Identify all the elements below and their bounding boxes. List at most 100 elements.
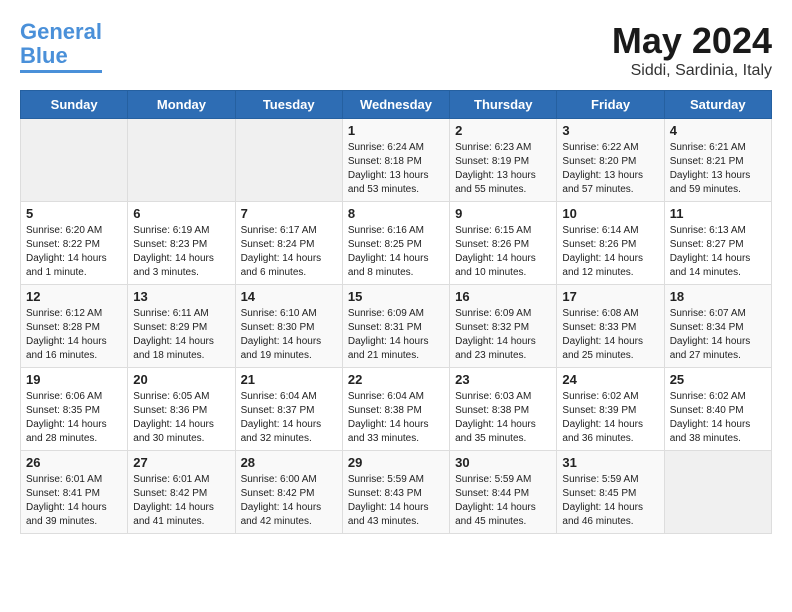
day-number: 10: [562, 206, 658, 221]
day-info: Sunrise: 6:06 AMSunset: 8:35 PMDaylight:…: [26, 390, 122, 446]
logo-general: General: [20, 19, 102, 44]
calendar-cell: [235, 119, 342, 202]
calendar-cell: 4 Sunrise: 6:21 AMSunset: 8:21 PMDaylight…: [664, 119, 771, 202]
calendar-cell: 27 Sunrise: 6:01 AMSunset: 8:42 PMDayligh…: [128, 451, 235, 534]
day-number: 17: [562, 289, 658, 304]
location-subtitle: Siddi, Sardinia, Italy: [612, 62, 772, 80]
calendar-cell: 11Sunrise: 6:13 AMSunset: 8:27 PMDayligh…: [664, 202, 771, 285]
page-header: General Blue May 2024 Siddi, Sardinia, I…: [20, 20, 772, 80]
calendar-cell: 29 Sunrise: 5:59 AMSunset: 8:43 PMDayligh…: [342, 451, 449, 534]
day-info: Sunrise: 6:01 AMSunset: 8:41 PMDaylight:…: [26, 473, 122, 529]
calendar-cell: 14 Sunrise: 6:10 AMSunset: 8:30 PMDayligh…: [235, 285, 342, 368]
day-number: 18: [670, 289, 766, 304]
day-number: 12: [26, 289, 122, 304]
day-info: Sunrise: 6:21 AMSunset: 8:21 PMDaylight:…: [670, 141, 766, 197]
calendar-cell: 24 Sunrise: 6:02 AMSunset: 8:39 PMDayligh…: [557, 368, 664, 451]
weekday-header-thursday: Thursday: [450, 91, 557, 119]
day-number: 11: [670, 206, 766, 221]
day-number: 7: [241, 206, 337, 221]
calendar-cell: 13 Sunrise: 6:11 AMSunset: 8:29 PMDayligh…: [128, 285, 235, 368]
day-info: Sunrise: 6:17 AMSunset: 8:24 PMDaylight:…: [241, 224, 337, 280]
calendar-week-1: 1Sunrise: 6:24 AMSunset: 8:18 PMDaylight…: [21, 119, 772, 202]
day-info: Sunrise: 6:14 AMSunset: 8:26 PMDaylight:…: [562, 224, 658, 280]
day-info: Sunrise: 6:01 AMSunset: 8:42 PMDaylight:…: [133, 473, 229, 529]
day-info: Sunrise: 6:23 AMSunset: 8:19 PMDaylight:…: [455, 141, 551, 197]
day-info: Sunrise: 5:59 AMSunset: 8:44 PMDaylight:…: [455, 473, 551, 529]
day-info: Sunrise: 6:19 AMSunset: 8:23 PMDaylight:…: [133, 224, 229, 280]
day-number: 8: [348, 206, 444, 221]
day-number: 26: [26, 455, 122, 470]
day-info: Sunrise: 6:05 AMSunset: 8:36 PMDaylight:…: [133, 390, 229, 446]
logo: General Blue: [20, 20, 102, 73]
calendar-table: SundayMondayTuesdayWednesdayThursdayFrid…: [20, 90, 772, 534]
calendar-cell: 7 Sunrise: 6:17 AMSunset: 8:24 PMDaylight…: [235, 202, 342, 285]
calendar-week-3: 12 Sunrise: 6:12 AMSunset: 8:28 PMDayligh…: [21, 285, 772, 368]
calendar-cell: 31 Sunrise: 5:59 AMSunset: 8:45 PMDayligh…: [557, 451, 664, 534]
day-number: 13: [133, 289, 229, 304]
calendar-cell: 22Sunrise: 6:04 AMSunset: 8:38 PMDayligh…: [342, 368, 449, 451]
weekday-header-monday: Monday: [128, 91, 235, 119]
calendar-cell: [664, 451, 771, 534]
day-number: 5: [26, 206, 122, 221]
day-info: Sunrise: 6:08 AMSunset: 8:33 PMDaylight:…: [562, 307, 658, 363]
day-number: 23: [455, 372, 551, 387]
day-number: 6: [133, 206, 229, 221]
calendar-cell: 18Sunrise: 6:07 AMSunset: 8:34 PMDayligh…: [664, 285, 771, 368]
calendar-cell: [128, 119, 235, 202]
day-info: Sunrise: 6:12 AMSunset: 8:28 PMDaylight:…: [26, 307, 122, 363]
day-info: Sunrise: 6:04 AMSunset: 8:37 PMDaylight:…: [241, 390, 337, 446]
calendar-cell: 3Sunrise: 6:22 AMSunset: 8:20 PMDaylight…: [557, 119, 664, 202]
day-info: Sunrise: 6:09 AMSunset: 8:31 PMDaylight:…: [348, 307, 444, 363]
calendar-cell: 21 Sunrise: 6:04 AMSunset: 8:37 PMDayligh…: [235, 368, 342, 451]
day-number: 24: [562, 372, 658, 387]
day-info: Sunrise: 6:09 AMSunset: 8:32 PMDaylight:…: [455, 307, 551, 363]
weekday-header-sunday: Sunday: [21, 91, 128, 119]
calendar-cell: 28 Sunrise: 6:00 AMSunset: 8:42 PMDayligh…: [235, 451, 342, 534]
day-number: 14: [241, 289, 337, 304]
day-info: Sunrise: 6:03 AMSunset: 8:38 PMDaylight:…: [455, 390, 551, 446]
weekday-header-row: SundayMondayTuesdayWednesdayThursdayFrid…: [21, 91, 772, 119]
logo-divider: [20, 70, 102, 73]
day-info: Sunrise: 6:00 AMSunset: 8:42 PMDaylight:…: [241, 473, 337, 529]
calendar-cell: [21, 119, 128, 202]
day-info: Sunrise: 6:02 AMSunset: 8:40 PMDaylight:…: [670, 390, 766, 446]
day-number: 28: [241, 455, 337, 470]
day-info: Sunrise: 6:16 AMSunset: 8:25 PMDaylight:…: [348, 224, 444, 280]
day-info: Sunrise: 5:59 AMSunset: 8:43 PMDaylight:…: [348, 473, 444, 529]
calendar-cell: 30Sunrise: 5:59 AMSunset: 8:44 PMDayligh…: [450, 451, 557, 534]
logo-text: General Blue: [20, 20, 102, 68]
day-info: Sunrise: 6:24 AMSunset: 8:18 PMDaylight:…: [348, 141, 444, 197]
calendar-cell: 23 Sunrise: 6:03 AMSunset: 8:38 PMDayligh…: [450, 368, 557, 451]
day-number: 16: [455, 289, 551, 304]
calendar-cell: 9 Sunrise: 6:15 AMSunset: 8:26 PMDaylight…: [450, 202, 557, 285]
calendar-cell: 12 Sunrise: 6:12 AMSunset: 8:28 PMDayligh…: [21, 285, 128, 368]
calendar-week-2: 5Sunrise: 6:20 AMSunset: 8:22 PMDaylight…: [21, 202, 772, 285]
day-info: Sunrise: 6:10 AMSunset: 8:30 PMDaylight:…: [241, 307, 337, 363]
calendar-cell: 10 Sunrise: 6:14 AMSunset: 8:26 PMDayligh…: [557, 202, 664, 285]
day-info: Sunrise: 6:22 AMSunset: 8:20 PMDaylight:…: [562, 141, 658, 197]
weekday-header-friday: Friday: [557, 91, 664, 119]
calendar-cell: 25Sunrise: 6:02 AMSunset: 8:40 PMDayligh…: [664, 368, 771, 451]
weekday-header-wednesday: Wednesday: [342, 91, 449, 119]
day-number: 27: [133, 455, 229, 470]
day-number: 9: [455, 206, 551, 221]
day-info: Sunrise: 6:15 AMSunset: 8:26 PMDaylight:…: [455, 224, 551, 280]
day-info: Sunrise: 6:11 AMSunset: 8:29 PMDaylight:…: [133, 307, 229, 363]
day-number: 20: [133, 372, 229, 387]
calendar-cell: 8 Sunrise: 6:16 AMSunset: 8:25 PMDaylight…: [342, 202, 449, 285]
day-number: 21: [241, 372, 337, 387]
day-number: 2: [455, 123, 551, 138]
day-number: 4: [670, 123, 766, 138]
calendar-cell: 19 Sunrise: 6:06 AMSunset: 8:35 PMDayligh…: [21, 368, 128, 451]
calendar-cell: 26 Sunrise: 6:01 AMSunset: 8:41 PMDayligh…: [21, 451, 128, 534]
title-block: May 2024 Siddi, Sardinia, Italy: [612, 20, 772, 80]
day-number: 19: [26, 372, 122, 387]
weekday-header-tuesday: Tuesday: [235, 91, 342, 119]
day-info: Sunrise: 6:02 AMSunset: 8:39 PMDaylight:…: [562, 390, 658, 446]
logo-blue: Blue: [20, 43, 68, 68]
weekday-header-saturday: Saturday: [664, 91, 771, 119]
day-number: 31: [562, 455, 658, 470]
day-info: Sunrise: 5:59 AMSunset: 8:45 PMDaylight:…: [562, 473, 658, 529]
day-number: 29: [348, 455, 444, 470]
calendar-cell: 6 Sunrise: 6:19 AMSunset: 8:23 PMDaylight…: [128, 202, 235, 285]
